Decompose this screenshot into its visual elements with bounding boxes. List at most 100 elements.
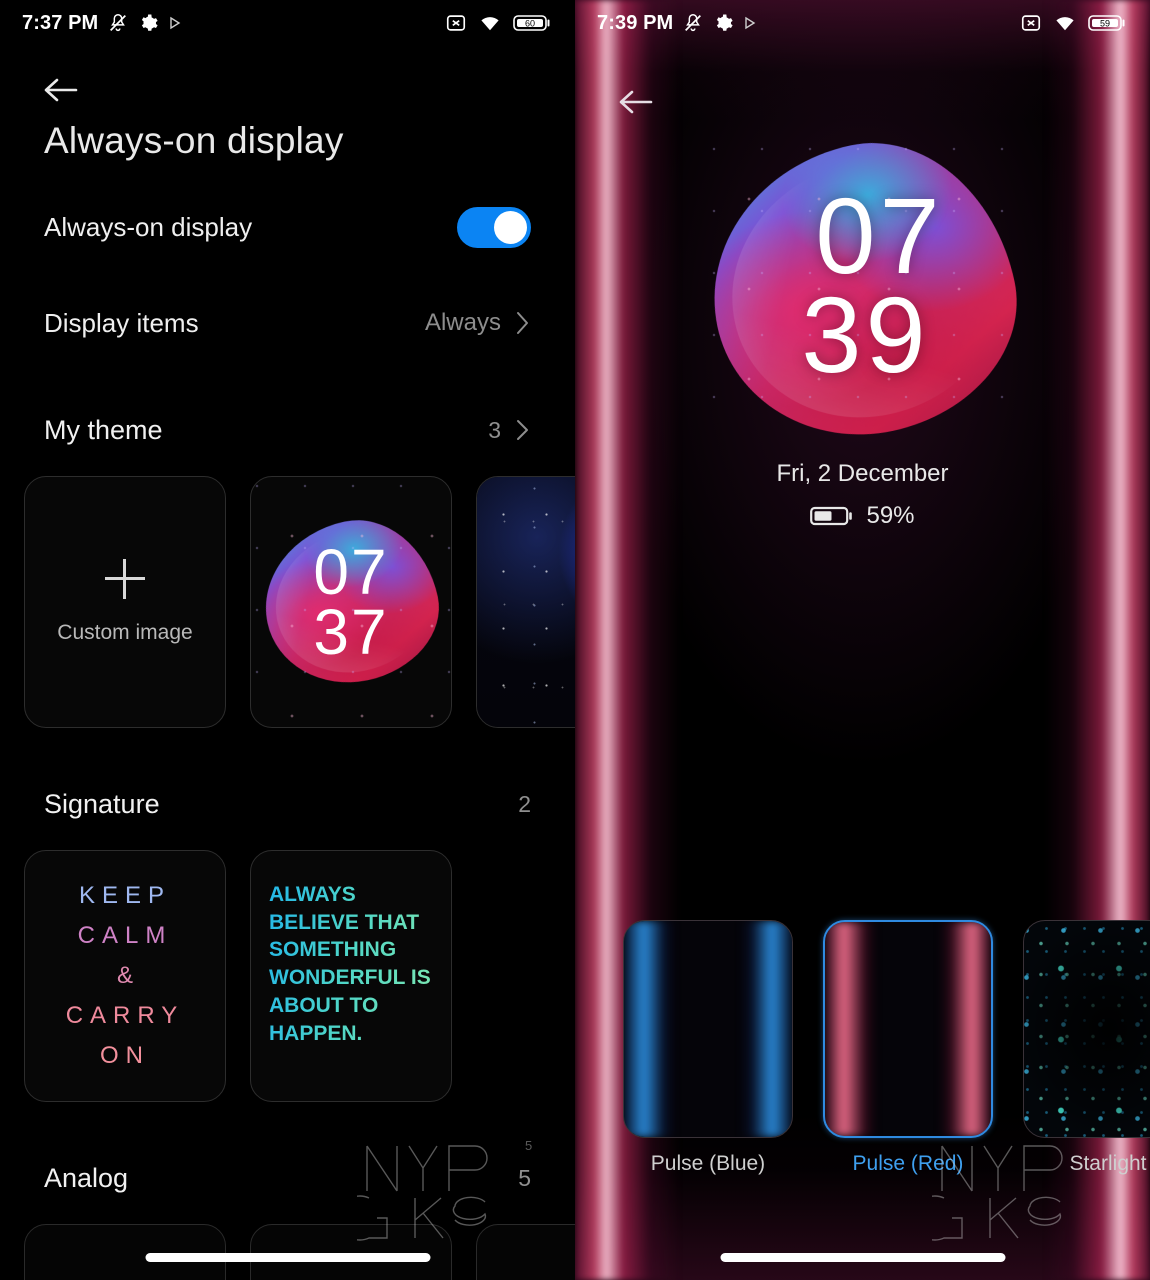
top-bar-right bbox=[575, 72, 1150, 134]
settings-screen: 7:37 PM 60 Always-on display Always-on d… bbox=[0, 0, 575, 1280]
wifi-icon bbox=[481, 17, 499, 31]
signature-keep-calm-card[interactable]: KEEP CALM & CARRY ON bbox=[24, 850, 226, 1102]
battery-level-right: 59 bbox=[1100, 18, 1110, 28]
dual-screenshot: 7:37 PM 60 Always-on display Always-on d… bbox=[0, 0, 1150, 1280]
gear-icon bbox=[142, 14, 158, 31]
analog-card[interactable] bbox=[250, 1224, 452, 1280]
status-bar-right: 7:39 PM 59 bbox=[575, 0, 1150, 46]
picker-item-pulse-red[interactable]: Pulse (Red) bbox=[823, 920, 993, 1175]
back-arrow-icon bbox=[619, 90, 653, 114]
theme-swirl-hour: 07 bbox=[313, 535, 389, 608]
analog-thumbnail-row bbox=[0, 1224, 575, 1280]
status-time: 7:39 PM bbox=[597, 11, 674, 34]
battery-icon: 59 bbox=[1088, 15, 1125, 31]
keep-calm-line-3: & bbox=[116, 962, 133, 989]
theme-swirl-clock: 07 37 bbox=[251, 477, 451, 727]
play-icon bbox=[170, 16, 181, 30]
mute-icon bbox=[685, 14, 702, 32]
play-icon bbox=[745, 16, 756, 30]
status-bar-left-group: 7:37 PM bbox=[22, 12, 182, 35]
picker-item-starlight[interactable]: Starlight bbox=[1023, 920, 1150, 1175]
row-value-display-items: Always bbox=[424, 309, 501, 336]
battery-icon: 60 bbox=[513, 15, 550, 31]
section-meta-signature: 2 bbox=[518, 791, 531, 818]
aod-battery-text: 59% bbox=[866, 502, 915, 529]
section-header-signature[interactable]: Signature 2 bbox=[0, 780, 575, 828]
keep-calm-line-5: ON bbox=[100, 1042, 150, 1069]
theme-space-card[interactable]: 0 3 bbox=[476, 476, 575, 728]
section-title-analog: Analog bbox=[44, 1162, 129, 1193]
plus-icon bbox=[105, 559, 145, 599]
space-artwork bbox=[477, 477, 575, 727]
mute-icon bbox=[110, 14, 127, 32]
theme-custom-image-label: Custom image bbox=[57, 621, 193, 644]
theme-swirl-minute: 37 bbox=[313, 596, 389, 668]
status-bar-left-group: 7:39 PM bbox=[597, 12, 757, 35]
picker-track: en Pulse (Blue) Pulse (Red) Starlight bbox=[575, 920, 1150, 1175]
aod-style-picker[interactable]: en Pulse (Blue) Pulse (Red) Starlight bbox=[575, 920, 1150, 1210]
status-bar-left: 7:37 PM 60 bbox=[0, 0, 575, 46]
signature-thumbnail-row: KEEP CALM & CARRY ON ALWAYS BELIEVE THAT… bbox=[0, 850, 575, 1102]
row-value-group: Always bbox=[425, 309, 531, 337]
picker-label-pulse-red: Pulse (Red) bbox=[852, 1152, 964, 1175]
aod-clock-minute: 39 bbox=[801, 274, 930, 395]
status-bar-right-group: 60 bbox=[445, 12, 553, 34]
back-button-left[interactable] bbox=[40, 70, 84, 110]
aod-clock-preview: 07 39 Fri, 2 December 59% bbox=[575, 117, 1150, 550]
aod-preview-screen: 7:39 PM 59 07 39 Fri, 2 December 59% Pul… bbox=[575, 0, 1150, 1280]
chevron-right-icon bbox=[517, 420, 528, 440]
aod-clock-hour: 07 bbox=[815, 174, 944, 296]
back-button-right[interactable] bbox=[615, 82, 659, 122]
section-header-my-theme[interactable]: My theme 3 bbox=[0, 406, 575, 454]
section-count-signature: 2 bbox=[518, 790, 531, 817]
analog-card[interactable] bbox=[476, 1224, 575, 1280]
aod-battery-row: 59% bbox=[575, 502, 1150, 530]
always-on-display-toggle[interactable] bbox=[457, 206, 531, 248]
section-header-analog[interactable]: Analog 5 bbox=[0, 1154, 575, 1202]
keep-calm-text: KEEP CALM & CARRY ON bbox=[25, 851, 225, 1101]
section-title-signature: Signature bbox=[44, 788, 160, 819]
status-time: 7:37 PM bbox=[22, 11, 99, 34]
theme-thumbnail-row: Custom image 07 37 0 3 bbox=[0, 476, 575, 728]
believe-text-wrap: ALWAYS BELIEVE THAT SOMETHING WONDERFUL … bbox=[251, 851, 451, 1101]
settings-content: Always-on display Always-on display Disp… bbox=[0, 120, 575, 1280]
analog-card[interactable] bbox=[24, 1224, 226, 1280]
gesture-bar-right[interactable] bbox=[720, 1253, 1005, 1262]
section-title-my-theme: My theme bbox=[44, 414, 163, 445]
battery-level-left: 60 bbox=[525, 18, 535, 28]
chevron-right-icon bbox=[517, 312, 528, 334]
toggle-knob bbox=[494, 210, 527, 244]
gear-icon bbox=[717, 14, 733, 31]
no-sim-icon bbox=[1021, 15, 1041, 31]
row-display-items[interactable]: Display items Always bbox=[0, 292, 575, 354]
picker-label-starlight: Starlight bbox=[1069, 1152, 1147, 1175]
status-bar-right-group: 59 bbox=[1020, 12, 1128, 34]
theme-custom-image-card[interactable]: Custom image bbox=[24, 476, 226, 728]
section-meta-my-theme: 3 bbox=[488, 417, 531, 444]
theme-swirl-card[interactable]: 07 37 bbox=[250, 476, 452, 728]
keep-calm-line-4: CARRY bbox=[65, 1002, 185, 1029]
aod-clock: 07 39 bbox=[575, 120, 1150, 450]
believe-text: ALWAYS BELIEVE THAT SOMETHING WONDERFUL … bbox=[269, 881, 433, 1047]
row-always-on-display[interactable]: Always-on display bbox=[0, 196, 575, 258]
back-arrow-icon bbox=[44, 78, 78, 102]
keep-calm-line-2: CALM bbox=[77, 922, 173, 949]
picker-label-pulse-blue: Pulse (Blue) bbox=[650, 1152, 766, 1175]
section-count-my-theme: 3 bbox=[488, 416, 501, 443]
row-label-display-items: Display items bbox=[44, 307, 199, 338]
picker-thumb-pulse-red[interactable] bbox=[823, 920, 993, 1138]
signature-believe-card[interactable]: ALWAYS BELIEVE THAT SOMETHING WONDERFUL … bbox=[250, 850, 452, 1102]
section-meta-analog: 5 bbox=[518, 1165, 531, 1192]
row-label-always-on-display: Always-on display bbox=[44, 211, 253, 242]
picker-item-pulse-blue[interactable]: Pulse (Blue) bbox=[623, 920, 793, 1175]
picker-thumb-starlight[interactable] bbox=[1023, 920, 1150, 1138]
section-count-analog: 5 bbox=[518, 1164, 531, 1191]
gesture-bar-left[interactable] bbox=[145, 1253, 430, 1262]
battery-icon bbox=[810, 506, 853, 526]
page-title: Always-on display bbox=[44, 120, 344, 161]
no-sim-icon bbox=[446, 15, 466, 31]
wifi-icon bbox=[1056, 17, 1074, 31]
keep-calm-line-1: KEEP bbox=[78, 882, 172, 909]
picker-thumb-pulse-blue[interactable] bbox=[623, 920, 793, 1138]
aod-date: Fri, 2 December bbox=[776, 460, 949, 487]
